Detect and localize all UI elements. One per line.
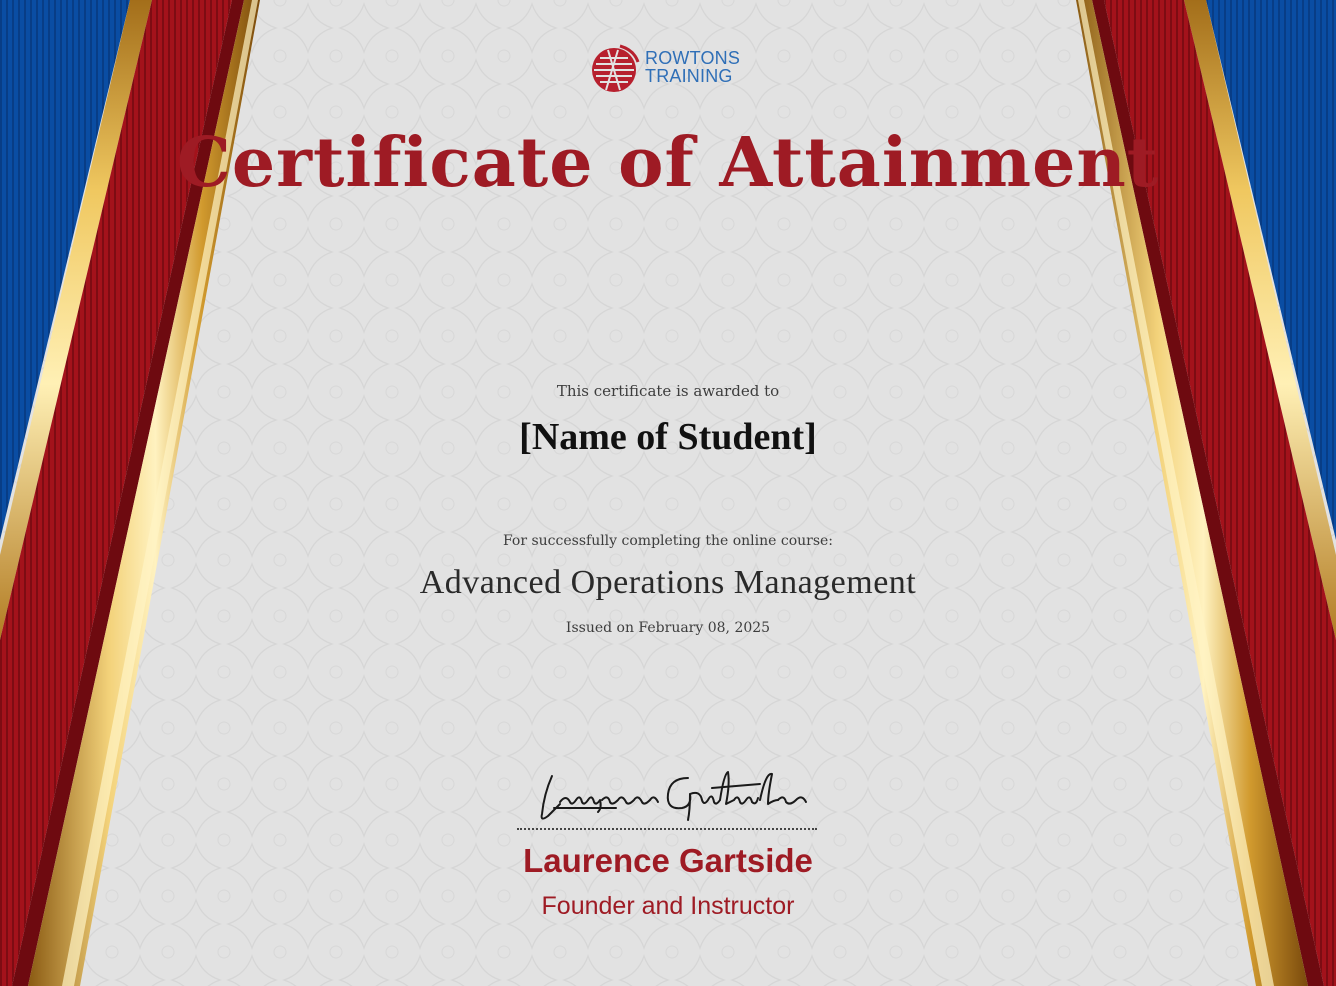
student-name: [Name of Student] <box>519 416 817 458</box>
signatory-name: Laurence Gartside <box>523 842 813 879</box>
certificate: ROWTONS TRAINING Certificate of Attainme… <box>0 0 1336 986</box>
completion-text: For successfully completing the online c… <box>502 533 834 549</box>
logo-wordmark: ROWTONS TRAINING <box>645 49 740 85</box>
signatory-role: Founder and Instructor <box>541 892 795 920</box>
issue-date: Issued on February 08, 2025 <box>565 620 771 636</box>
globe-logo-icon <box>592 44 640 92</box>
handwritten-signature <box>540 771 807 821</box>
signature-line <box>517 828 817 830</box>
logo-line-1: ROWTONS <box>645 48 741 68</box>
course-name: Advanced Operations Management <box>419 564 917 601</box>
rowtons-training-logo: ROWTONS TRAINING <box>590 42 750 98</box>
certificate-title: Certificate of Attainment <box>176 123 1160 203</box>
logo-line-2: TRAINING <box>645 66 733 86</box>
awarded-to-text: This certificate is awarded to <box>556 382 780 400</box>
